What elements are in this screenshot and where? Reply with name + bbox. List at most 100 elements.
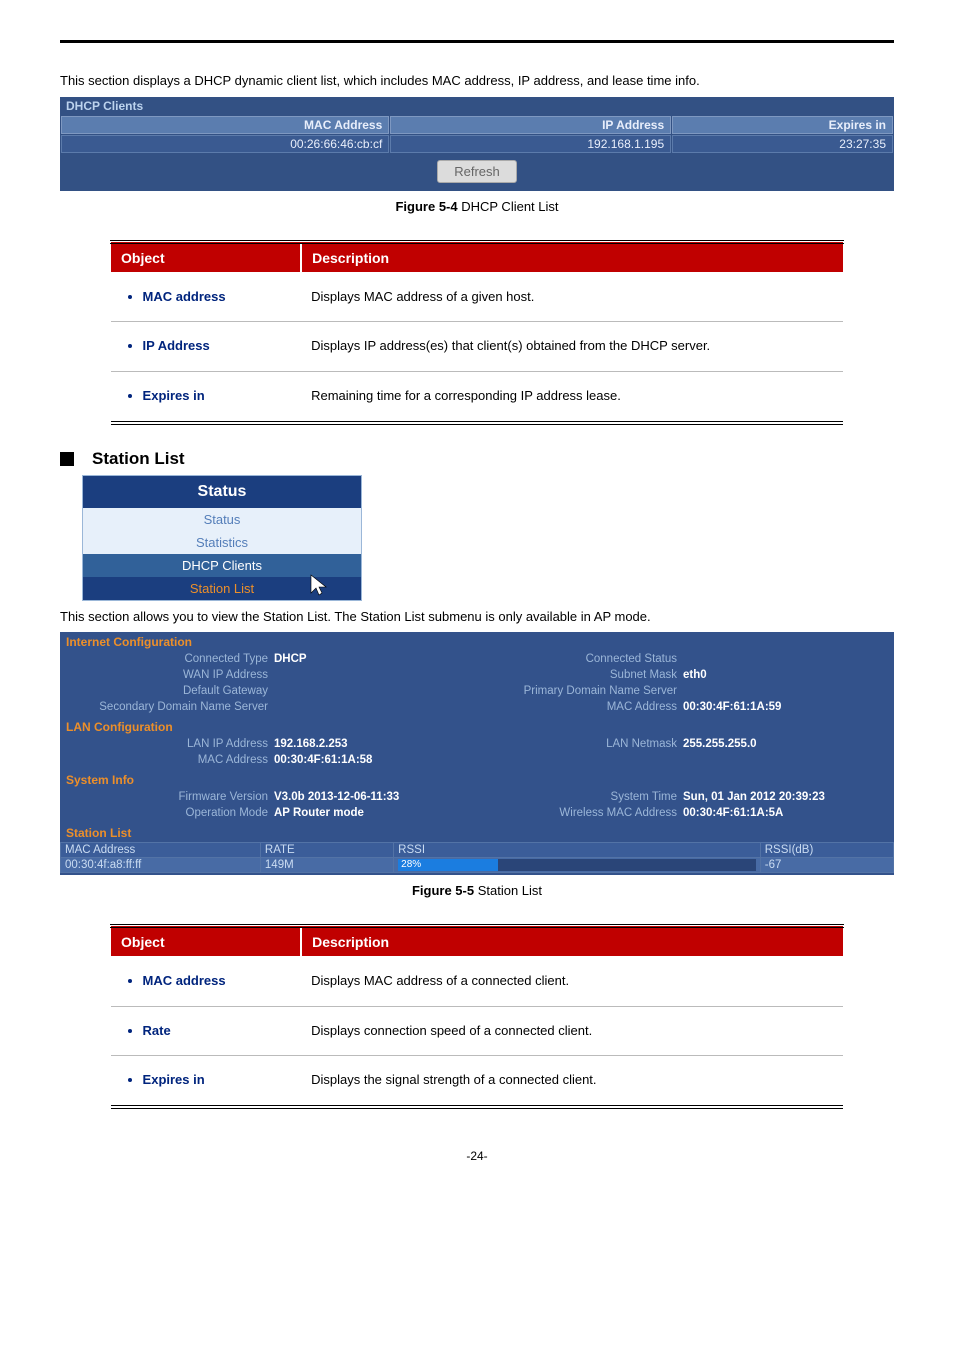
lbl-default-gw: Default Gateway — [68, 685, 268, 697]
val-wireless-mac: 00:30:4F:61:1A:5A — [683, 807, 783, 819]
table-row: Rate Displays connection speed of a conn… — [111, 1006, 844, 1056]
square-bullet-icon — [60, 452, 74, 466]
figure-5-4-label: Figure 5-4 — [395, 199, 457, 214]
lbl-primary-dns: Primary Domain Name Server — [477, 685, 677, 697]
obj-ip: IP Address — [143, 334, 292, 359]
desc-mac-2: Displays MAC address of a connected clie… — [301, 957, 843, 1007]
object-description-table-2: Object Description MAC address Displays … — [110, 924, 844, 1109]
system-info-grid: Firmware Version V3.0b 2013-12-06-11:33 S… — [60, 789, 894, 823]
dhcp-clients-panel: DHCP Clients MAC Address IP Address Expi… — [60, 97, 894, 191]
lbl-system-time: System Time — [477, 791, 677, 803]
figure-5-4-caption: Figure 5-4 DHCP Client List — [60, 199, 894, 214]
table-row: Expires in Displays the signal strength … — [111, 1056, 844, 1107]
table-row: 00:26:66:46:cb:cf 192.168.1.195 23:27:35 — [61, 135, 893, 153]
section-system-info: System Info — [60, 770, 894, 789]
intro-dhcp: This section displays a DHCP dynamic cli… — [60, 71, 894, 91]
object-description-table-1: Object Description MAC address Displays … — [110, 240, 844, 425]
table-row: MAC address Displays MAC address of a co… — [111, 957, 844, 1007]
table-row: 00:30:4f:a8:ff:ff 149M 28% -67 — [61, 858, 894, 873]
status-nav: Status Status Statistics DHCP Clients St… — [82, 475, 362, 601]
cell-sl-mac: 00:30:4f:a8:ff:ff — [61, 858, 261, 873]
dhcp-panel-title: DHCP Clients — [60, 97, 894, 115]
cell-sl-rssi: 28% — [394, 858, 761, 873]
val-system-time: Sun, 01 Jan 2012 20:39:23 — [683, 791, 825, 803]
station-list-title: Station List — [92, 449, 185, 469]
col-mac: MAC Address — [61, 116, 389, 134]
lbl-connected-status: Connected Status — [477, 653, 677, 665]
nav-item-station-list[interactable]: Station List — [83, 577, 361, 600]
cell-ip: 192.168.1.195 — [390, 135, 671, 153]
lbl-secondary-dns: Secondary Domain Name Server — [68, 701, 268, 713]
lbl-wireless-mac: Wireless MAC Address — [477, 807, 677, 819]
lbl-op-mode: Operation Mode — [68, 807, 268, 819]
figure-5-5-caption: Figure 5-5 Station List — [60, 883, 894, 898]
section-lan-config: LAN Configuration — [60, 717, 894, 736]
header-object-2: Object — [111, 926, 302, 957]
refresh-button[interactable]: Refresh — [437, 160, 517, 183]
rssi-bar: 28% — [398, 859, 756, 871]
lbl-wan-ip: WAN IP Address — [68, 669, 268, 681]
cell-mac: 00:26:66:46:cb:cf — [61, 135, 389, 153]
desc-expires: Remaining time for a corresponding IP ad… — [301, 371, 843, 422]
nav-item-statistics[interactable]: Statistics — [83, 531, 361, 554]
val-lan-ip: 192.168.2.253 — [274, 738, 348, 750]
lbl-mac-address: MAC Address — [477, 701, 677, 713]
station-list-table: MAC Address RATE RSSI RSSI(dB) 00:30:4f:… — [60, 842, 894, 873]
val-mac-address: 00:30:4F:61:1A:59 — [683, 701, 781, 713]
header-description: Description — [301, 242, 843, 273]
val-firmware: V3.0b 2013-12-06-11:33 — [274, 791, 399, 803]
col-expires: Expires in — [672, 116, 893, 134]
col-sl-rssidb: RSSI(dB) — [760, 843, 893, 858]
table-row: IP Address Displays IP address(es) that … — [111, 322, 844, 372]
desc-ip: Displays IP address(es) that client(s) o… — [301, 322, 843, 372]
lbl-subnet-mask: Subnet Mask — [477, 669, 677, 681]
val-subnet-mask: eth0 — [683, 669, 707, 681]
nav-title[interactable]: Status — [83, 476, 361, 508]
obj-mac: MAC address — [143, 285, 292, 310]
col-sl-rssi: RSSI — [394, 843, 761, 858]
obj-expires-2: Expires in — [143, 1068, 292, 1093]
refresh-row: Refresh — [60, 154, 894, 183]
figure-5-5-text: Station List — [474, 883, 542, 898]
internet-config-grid: Connected Type DHCP Connected Status WAN … — [60, 651, 894, 717]
val-connected-type: DHCP — [274, 653, 307, 665]
col-ip: IP Address — [390, 116, 671, 134]
status-info-panel: Internet Configuration Connected Type DHC… — [60, 632, 894, 875]
lbl-lan-ip: LAN IP Address — [68, 738, 268, 750]
top-rule — [60, 40, 894, 43]
header-description-2: Description — [301, 926, 843, 957]
val-lan-mac: 00:30:4F:61:1A:58 — [274, 754, 372, 766]
desc-expires-2: Displays the signal strength of a connec… — [301, 1056, 843, 1107]
lbl-lan-mac: MAC Address — [68, 754, 268, 766]
cursor-icon — [307, 573, 331, 602]
desc-mac: Displays MAC address of a given host. — [301, 272, 843, 322]
dhcp-clients-table: MAC Address IP Address Expires in 00:26:… — [60, 115, 894, 154]
page-number: -24- — [60, 1149, 894, 1163]
header-object: Object — [111, 242, 302, 273]
station-list-heading: Station List — [60, 449, 894, 469]
nav-item-station-list-label: Station List — [190, 581, 254, 596]
val-op-mode: AP Router mode — [274, 807, 364, 819]
table-row: MAC address Displays MAC address of a gi… — [111, 272, 844, 322]
figure-5-4-text: DHCP Client List — [458, 199, 559, 214]
nav-item-status[interactable]: Status — [83, 508, 361, 531]
col-sl-rate: RATE — [260, 843, 393, 858]
lbl-connected-type: Connected Type — [68, 653, 268, 665]
section-station-list: Station List — [60, 823, 894, 842]
lan-config-grid: LAN IP Address 192.168.2.253 LAN Netmask 2… — [60, 736, 894, 770]
table-row: Expires in Remaining time for a correspo… — [111, 371, 844, 422]
col-sl-mac: MAC Address — [61, 843, 261, 858]
cell-sl-rssidb: -67 — [760, 858, 893, 873]
val-lan-netmask: 255.255.255.0 — [683, 738, 757, 750]
obj-rate: Rate — [143, 1019, 292, 1044]
lbl-firmware: Firmware Version — [68, 791, 268, 803]
cell-sl-rate: 149M — [260, 858, 393, 873]
figure-5-5-label: Figure 5-5 — [412, 883, 474, 898]
obj-expires: Expires in — [143, 384, 292, 409]
rssi-bar-fill: 28% — [398, 859, 498, 871]
section-internet-config: Internet Configuration — [60, 632, 894, 651]
cell-expires: 23:27:35 — [672, 135, 893, 153]
lbl-lan-netmask: LAN Netmask — [477, 738, 677, 750]
desc-rate: Displays connection speed of a connected… — [301, 1006, 843, 1056]
obj-mac-2: MAC address — [143, 969, 292, 994]
